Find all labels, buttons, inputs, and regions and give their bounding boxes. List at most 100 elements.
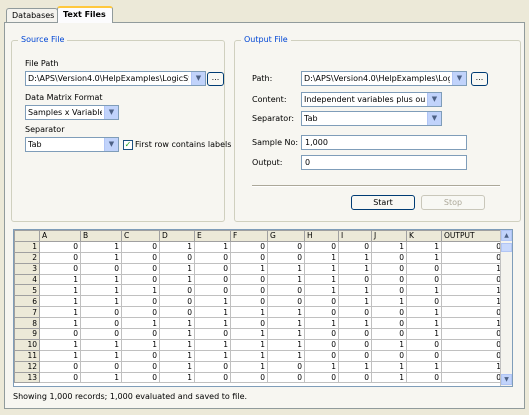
table-cell[interactable]: 1 bbox=[441, 262, 504, 275]
table-cell[interactable]: 0 bbox=[371, 317, 407, 330]
chevron-down-icon[interactable]: ▼ bbox=[104, 138, 118, 151]
chevron-down-icon[interactable]: ▼ bbox=[427, 112, 441, 125]
table-cell[interactable]: 0 bbox=[304, 371, 339, 384]
column-header[interactable]: E bbox=[194, 230, 231, 242]
table-cell[interactable]: 1 bbox=[159, 317, 195, 330]
table-cell[interactable]: 1 bbox=[338, 317, 372, 330]
table-cell[interactable]: 1 bbox=[39, 306, 81, 319]
table-cell[interactable]: 1 bbox=[406, 240, 442, 253]
table-cell[interactable]: 1 bbox=[304, 262, 339, 275]
table-cell[interactable]: 1 bbox=[39, 284, 81, 297]
corner-header-cell[interactable] bbox=[14, 230, 40, 242]
table-row[interactable]: 10 1 1 1 1 1 1 1 0 0 1 0 0 bbox=[14, 338, 504, 351]
row-number-cell[interactable]: 7 bbox=[14, 306, 40, 319]
table-cell[interactable]: 1 bbox=[159, 273, 195, 286]
stop-button[interactable]: Stop bbox=[421, 195, 485, 210]
table-row[interactable]: 8101110111011 bbox=[14, 317, 504, 330]
table-row[interactable]: 4110100110000 bbox=[14, 273, 504, 286]
table-cell[interactable]: 1 bbox=[267, 262, 305, 275]
source-separator-combo[interactable]: Tab ▼ bbox=[25, 137, 119, 152]
table-cell[interactable]: 1 bbox=[267, 349, 305, 362]
table-cell[interactable]: 1 bbox=[80, 240, 122, 253]
table-cell[interactable]: 1 bbox=[194, 306, 231, 319]
row-number-cell[interactable]: 5 bbox=[14, 284, 40, 297]
table-cell[interactable]: 1 bbox=[441, 295, 504, 308]
table-cell[interactable]: 1 bbox=[159, 240, 195, 253]
matrix-format-combo[interactable]: Samples x Variables ▼ bbox=[25, 105, 119, 120]
table-cell[interactable]: 1 bbox=[267, 273, 305, 286]
table-cell[interactable]: 0 bbox=[39, 240, 81, 253]
table-cell[interactable]: 0 bbox=[441, 338, 504, 351]
table-cell[interactable]: 0 bbox=[371, 273, 407, 286]
row-number-cell[interactable]: 9 bbox=[14, 328, 40, 340]
table-cell[interactable]: 0 bbox=[121, 273, 160, 286]
column-header[interactable]: OUTPUT bbox=[441, 230, 504, 242]
table-cell[interactable]: 0 bbox=[230, 240, 268, 253]
table-cell[interactable]: 0 bbox=[121, 240, 160, 253]
table-cell[interactable]: 0 bbox=[441, 251, 504, 264]
table-cell[interactable]: 0 bbox=[406, 349, 442, 362]
table-cell[interactable]: 0 bbox=[194, 284, 231, 297]
chevron-down-icon[interactable]: ▼ bbox=[452, 72, 466, 85]
output-path-combo[interactable]: D:\APS\Version4.0\HelpExamples\LogicSynt… bbox=[301, 71, 467, 86]
table-cell[interactable]: 0 bbox=[121, 360, 160, 373]
output-count-input[interactable]: 0 bbox=[301, 155, 467, 170]
table-cell[interactable]: 0 bbox=[121, 251, 160, 264]
table-cell[interactable]: 0 bbox=[371, 284, 407, 297]
table-cell[interactable]: 0 bbox=[80, 262, 122, 275]
table-cell[interactable]: 0 bbox=[39, 262, 81, 275]
table-cell[interactable]: 1 bbox=[406, 317, 442, 330]
table-cell[interactable]: 1 bbox=[194, 349, 231, 362]
row-number-cell[interactable]: 13 bbox=[14, 371, 40, 384]
table-cell[interactable]: 0 bbox=[338, 328, 372, 340]
table-cell[interactable]: 1 bbox=[159, 328, 195, 340]
table-cell[interactable]: 1 bbox=[159, 262, 195, 275]
table-cell[interactable]: 1 bbox=[371, 338, 407, 351]
table-cell[interactable]: 0 bbox=[267, 360, 305, 373]
table-cell[interactable]: 1 bbox=[230, 360, 268, 373]
tab-databases[interactable]: Databases bbox=[6, 8, 58, 22]
table-cell[interactable]: 1 bbox=[338, 295, 372, 308]
row-number-cell[interactable]: 3 bbox=[14, 262, 40, 275]
table-cell[interactable]: 0 bbox=[304, 328, 339, 340]
table-cell[interactable]: 1 bbox=[406, 306, 442, 319]
table-cell[interactable]: 0 bbox=[441, 371, 504, 384]
table-cell[interactable]: 1 bbox=[159, 349, 195, 362]
scroll-up-arrow-icon[interactable]: ▲ bbox=[501, 230, 512, 241]
column-header[interactable]: F bbox=[230, 230, 268, 242]
output-separator-combo[interactable]: Tab ▼ bbox=[301, 111, 442, 126]
table-row[interactable]: 1010110000110 bbox=[14, 240, 504, 253]
table-cell[interactable]: 1 bbox=[80, 284, 122, 297]
table-cell[interactable]: 1 bbox=[39, 338, 81, 351]
table-cell[interactable]: 0 bbox=[159, 251, 195, 264]
table-cell[interactable]: 1 bbox=[230, 328, 268, 340]
column-header[interactable]: G bbox=[267, 230, 305, 242]
table-cell[interactable]: 0 bbox=[159, 306, 195, 319]
table-cell[interactable]: 1 bbox=[230, 349, 268, 362]
row-number-cell[interactable]: 1 bbox=[14, 240, 40, 253]
table-cell[interactable]: 1 bbox=[194, 338, 231, 351]
file-path-combo[interactable]: D:\APS\Version4.0\HelpExamples\LogicSynt… bbox=[25, 71, 206, 86]
table-cell[interactable]: 0 bbox=[194, 328, 231, 340]
vertical-scrollbar[interactable]: ▲ ▼ bbox=[500, 230, 512, 386]
table-cell[interactable]: 0 bbox=[304, 338, 339, 351]
table-cell[interactable]: 0 bbox=[121, 371, 160, 384]
table-cell[interactable]: 1 bbox=[406, 328, 442, 340]
table-cell[interactable]: 1 bbox=[371, 360, 407, 373]
table-cell[interactable]: 0 bbox=[371, 306, 407, 319]
row-number-cell[interactable]: 12 bbox=[14, 360, 40, 373]
column-header[interactable]: H bbox=[304, 230, 339, 242]
table-cell[interactable]: 0 bbox=[371, 262, 407, 275]
table-cell[interactable]: 1 bbox=[338, 251, 372, 264]
tab-text-files[interactable]: Text Files bbox=[57, 6, 113, 23]
table-cell[interactable]: 0 bbox=[338, 338, 372, 351]
table-cell[interactable]: 1 bbox=[304, 273, 339, 286]
table-row[interactable]: 7100011100010 bbox=[14, 306, 504, 319]
table-cell[interactable]: 0 bbox=[338, 371, 372, 384]
table-cell[interactable]: 0 bbox=[406, 371, 442, 384]
table-row[interactable]: 13 0 1 0 1 0 0 0 0 0 1 0 0 bbox=[14, 371, 504, 384]
table-cell[interactable]: 0 bbox=[121, 262, 160, 275]
table-cell[interactable]: 1 bbox=[304, 284, 339, 297]
table-cell[interactable]: 0 bbox=[304, 349, 339, 362]
table-cell[interactable]: 0 bbox=[80, 360, 122, 373]
